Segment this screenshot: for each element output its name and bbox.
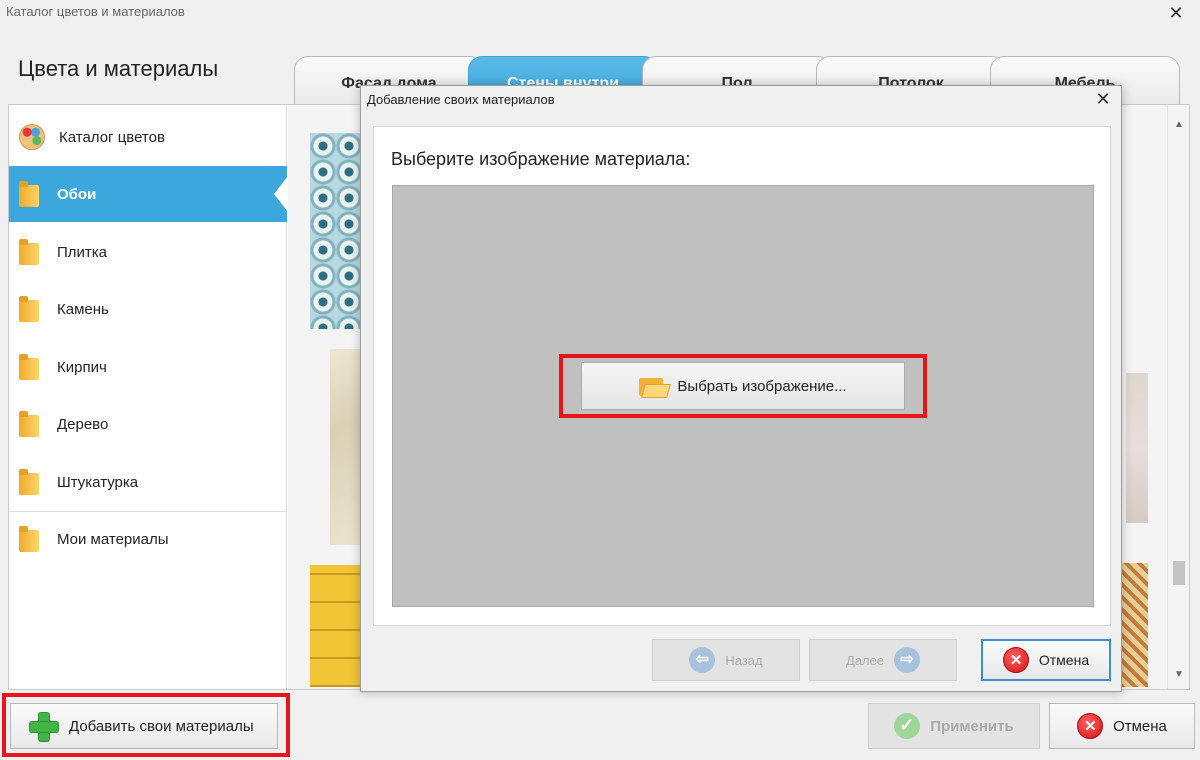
gallery-scrollbar[interactable]: ▲ ▼ (1167, 105, 1189, 689)
material-thumbnail[interactable] (330, 349, 364, 545)
sidebar-item-stone[interactable]: Камень (9, 281, 287, 337)
sidebar-item-label: Каталог цветов (59, 128, 165, 146)
sidebar-item-label: Штукатурка (57, 473, 139, 491)
sidebar-item-tile[interactable]: Плитка (9, 224, 287, 280)
add-materials-dialog: Добавление своих материалов ✕ Выберите и… (360, 85, 1122, 692)
cancel-label: Отмена (1113, 717, 1167, 735)
dialog-prompt: Выберите изображение материала: (391, 149, 691, 169)
apply-button[interactable]: Применить (868, 703, 1040, 749)
back-button[interactable]: ⇦ Назад (652, 639, 800, 681)
sidebar-item-label: Кирпич (57, 358, 107, 376)
dialog-cancel-label: Отмена (1038, 652, 1090, 668)
dialog-cancel-button[interactable]: Отмена (981, 639, 1111, 681)
window-title: Каталог цветов и материалов (6, 4, 185, 19)
sidebar-item-label: Дерево (57, 415, 109, 433)
back-label: Назад (725, 652, 763, 668)
sidebar-item-my-materials[interactable]: Мои материалы (9, 511, 287, 567)
sidebar-item-wallpaper[interactable]: Обои (9, 166, 288, 222)
scroll-down-icon[interactable]: ▼ (1168, 665, 1190, 685)
folder-icon (19, 181, 41, 207)
sidebar-item-wood[interactable]: Дерево (9, 396, 287, 452)
material-thumbnail[interactable] (1120, 563, 1148, 687)
material-thumbnail[interactable] (310, 565, 364, 687)
sidebar-item-plaster[interactable]: Штукатурка (9, 454, 287, 510)
sidebar: Каталог цветов Обои Плитка Камень Кирпич… (9, 105, 288, 689)
apply-label: Применить (930, 717, 1014, 735)
page-title: Цвета и материалы (18, 56, 219, 81)
arrow-left-icon: ⇦ (689, 647, 716, 673)
highlight-frame (2, 693, 290, 757)
folder-icon (19, 296, 41, 322)
sidebar-item-label: Обои (57, 185, 97, 203)
next-label: Далее (845, 652, 885, 668)
palette-icon (19, 124, 45, 150)
folder-icon (19, 354, 41, 380)
arrow-right-icon: ⇨ (894, 647, 921, 673)
next-button[interactable]: Далее ⇨ (809, 639, 957, 681)
sidebar-item-label: Мои материалы (57, 530, 169, 548)
dialog-body: Выберите изображение материала: Выбрать … (373, 126, 1111, 626)
sidebar-item-color-catalog[interactable]: Каталог цветов (9, 109, 287, 165)
material-thumbnail[interactable] (310, 133, 364, 329)
scroll-thumb[interactable] (1173, 561, 1185, 585)
sidebar-item-label: Плитка (57, 243, 108, 261)
sidebar-item-brick[interactable]: Кирпич (9, 339, 287, 395)
scroll-up-icon[interactable]: ▲ (1168, 115, 1190, 135)
dialog-close-button[interactable]: ✕ (1093, 89, 1113, 109)
window-close-button[interactable]: ✕ (1166, 2, 1186, 24)
dialog-title: Добавление своих материалов (367, 92, 555, 107)
material-thumbnail[interactable] (1126, 373, 1148, 523)
folder-icon (19, 526, 41, 552)
folder-icon (19, 411, 41, 437)
check-icon (894, 713, 921, 739)
sidebar-item-label: Камень (57, 300, 109, 318)
highlight-frame (559, 354, 927, 418)
cancel-button[interactable]: Отмена (1049, 703, 1195, 749)
folder-icon (19, 469, 41, 495)
cancel-icon (1077, 713, 1104, 739)
image-preview-area: Выбрать изображение... (392, 185, 1094, 607)
folder-icon (19, 239, 41, 265)
cancel-icon (1002, 647, 1029, 673)
